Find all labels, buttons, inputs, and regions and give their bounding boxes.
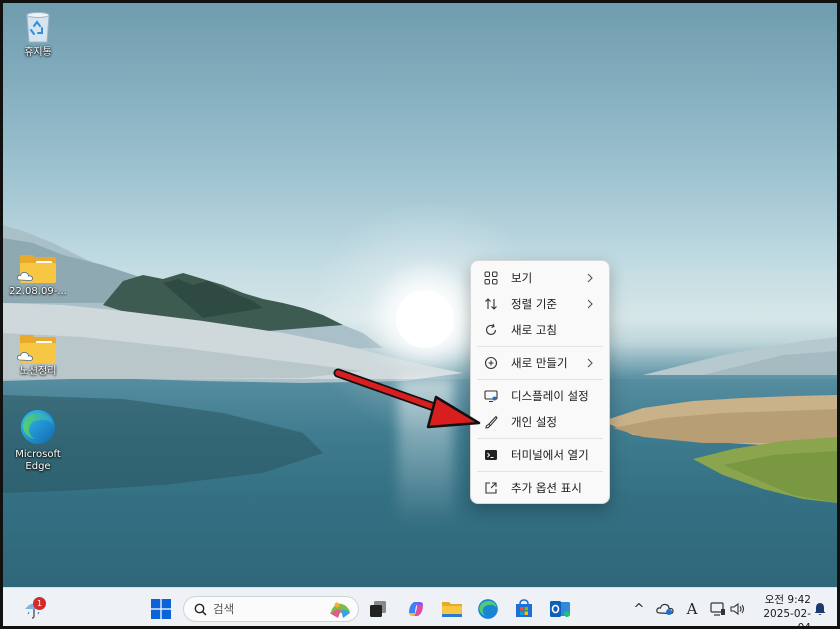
chevron-right-icon bbox=[587, 273, 593, 283]
file-explorer-button[interactable] bbox=[439, 596, 465, 622]
menu-item-label: 정렬 기준 bbox=[511, 297, 557, 311]
volume-tray-button[interactable] bbox=[729, 599, 747, 619]
show-hidden-icons-button[interactable]: ^ bbox=[630, 599, 648, 619]
menu-separator bbox=[477, 438, 603, 439]
menu-item-label: 개인 설정 bbox=[511, 415, 557, 429]
chevron-right-icon bbox=[587, 299, 593, 309]
refresh-icon bbox=[483, 322, 499, 338]
menu-item-label: 추가 옵션 표시 bbox=[511, 481, 582, 495]
taskbar-clock[interactable]: 오전 9:42 2025-02-04 bbox=[751, 593, 811, 629]
menu-item-label: 보기 bbox=[511, 271, 533, 285]
copilot-icon bbox=[409, 602, 423, 616]
start-button[interactable] bbox=[148, 596, 174, 622]
task-view-button[interactable] bbox=[365, 596, 391, 622]
folder-icon bbox=[17, 255, 56, 283]
new-plus-icon bbox=[483, 355, 499, 371]
menu-item-label: 디스플레이 설정 bbox=[511, 389, 589, 403]
onedrive-sync-icon bbox=[656, 603, 674, 615]
menu-separator bbox=[477, 471, 603, 472]
menu-separator bbox=[477, 379, 603, 380]
desktop-icon-edge[interactable]: Microsoft Edge bbox=[6, 408, 70, 473]
notification-button[interactable] bbox=[811, 599, 829, 619]
desktop-icon-label: 22.08.09-... bbox=[9, 286, 67, 297]
menu-item-label: 새로 만들기 bbox=[511, 356, 568, 370]
volume-icon bbox=[730, 602, 745, 616]
chevron-right-icon bbox=[587, 358, 593, 368]
display-icon bbox=[483, 388, 499, 404]
menu-item-label: 새로 고침 bbox=[511, 323, 557, 337]
view-grid-icon bbox=[483, 270, 499, 286]
search-icon bbox=[194, 603, 207, 616]
chevron-up-icon: ^ bbox=[633, 601, 645, 617]
menu-separator bbox=[477, 346, 603, 347]
onedrive-tray-button[interactable] bbox=[656, 599, 674, 619]
menu-item-more-options[interactable]: 추가 옵션 표시 bbox=[475, 475, 605, 501]
ime-indicator: A bbox=[686, 600, 698, 618]
weather-notification-badge: 1 bbox=[33, 597, 46, 610]
task-view-icon bbox=[370, 601, 386, 617]
store-button[interactable] bbox=[511, 596, 537, 622]
menu-item-display-settings[interactable]: 디스플레이 설정 bbox=[475, 383, 605, 409]
menu-item-sort[interactable]: 정렬 기준 bbox=[475, 291, 605, 317]
taskbar-search-box[interactable]: 검색 bbox=[183, 596, 359, 622]
desktop-context-menu: 보기 정렬 기준 새로 고침 새로 만들기 디스플레이 설정 개인 설정 터미널… bbox=[470, 260, 610, 504]
search-placeholder: 검색 bbox=[213, 602, 235, 616]
network-tray-button[interactable] bbox=[709, 599, 727, 619]
menu-item-refresh[interactable]: 새로 고침 bbox=[475, 317, 605, 343]
brush-icon bbox=[483, 414, 499, 430]
desktop-icon-folder[interactable]: 노션정리 bbox=[6, 335, 70, 378]
more-options-icon bbox=[483, 480, 499, 496]
bell-icon bbox=[814, 603, 826, 615]
taskbar: 검색 ^ A 오전 9:42 2025-02-04 bbox=[3, 587, 837, 629]
edge-icon bbox=[19, 408, 57, 446]
menu-item-view[interactable]: 보기 bbox=[475, 265, 605, 291]
desktop-icon-recycle-bin[interactable]: 휴지통 bbox=[6, 10, 70, 59]
input-method-button[interactable]: A bbox=[683, 599, 701, 619]
red-arrow-annotation bbox=[333, 368, 481, 429]
outlook-button[interactable] bbox=[547, 596, 573, 622]
copilot-button[interactable] bbox=[403, 596, 429, 622]
store-icon bbox=[516, 599, 532, 617]
sun bbox=[396, 290, 454, 348]
terminal-icon bbox=[483, 447, 499, 463]
screen-frame: 휴지통 22.08.09-... 노션정리 Microsoft Edge 보기 … bbox=[0, 0, 840, 629]
clock-time: 오전 9:42 bbox=[764, 594, 811, 606]
outlook-icon bbox=[550, 601, 570, 617]
recycle-bin-icon bbox=[22, 10, 54, 44]
network-icon bbox=[710, 602, 725, 616]
desktop-icon-label: 휴지통 bbox=[24, 47, 52, 58]
desktop-icon-folder[interactable]: 22.08.09-... bbox=[6, 255, 70, 298]
edge-taskbar-button[interactable] bbox=[475, 596, 501, 622]
desktop[interactable]: 휴지통 22.08.09-... 노션정리 Microsoft Edge 보기 … bbox=[3, 3, 837, 587]
folder-icon bbox=[17, 335, 56, 363]
desktop-icon-label: Microsoft Edge bbox=[15, 449, 61, 472]
start-icon bbox=[151, 599, 171, 619]
file-explorer-icon bbox=[442, 602, 462, 617]
menu-item-personalize[interactable]: 개인 설정 bbox=[475, 409, 605, 435]
edge-icon bbox=[478, 599, 498, 619]
search-highlight-icon bbox=[330, 602, 350, 618]
menu-item-new[interactable]: 새로 만들기 bbox=[475, 350, 605, 376]
desktop-icon-label: 노션정리 bbox=[19, 366, 57, 377]
menu-item-label: 터미널에서 열기 bbox=[511, 448, 589, 462]
menu-item-open-terminal[interactable]: 터미널에서 열기 bbox=[475, 442, 605, 468]
sort-icon bbox=[483, 296, 499, 312]
clock-date: 2025-02-04 bbox=[763, 608, 811, 629]
